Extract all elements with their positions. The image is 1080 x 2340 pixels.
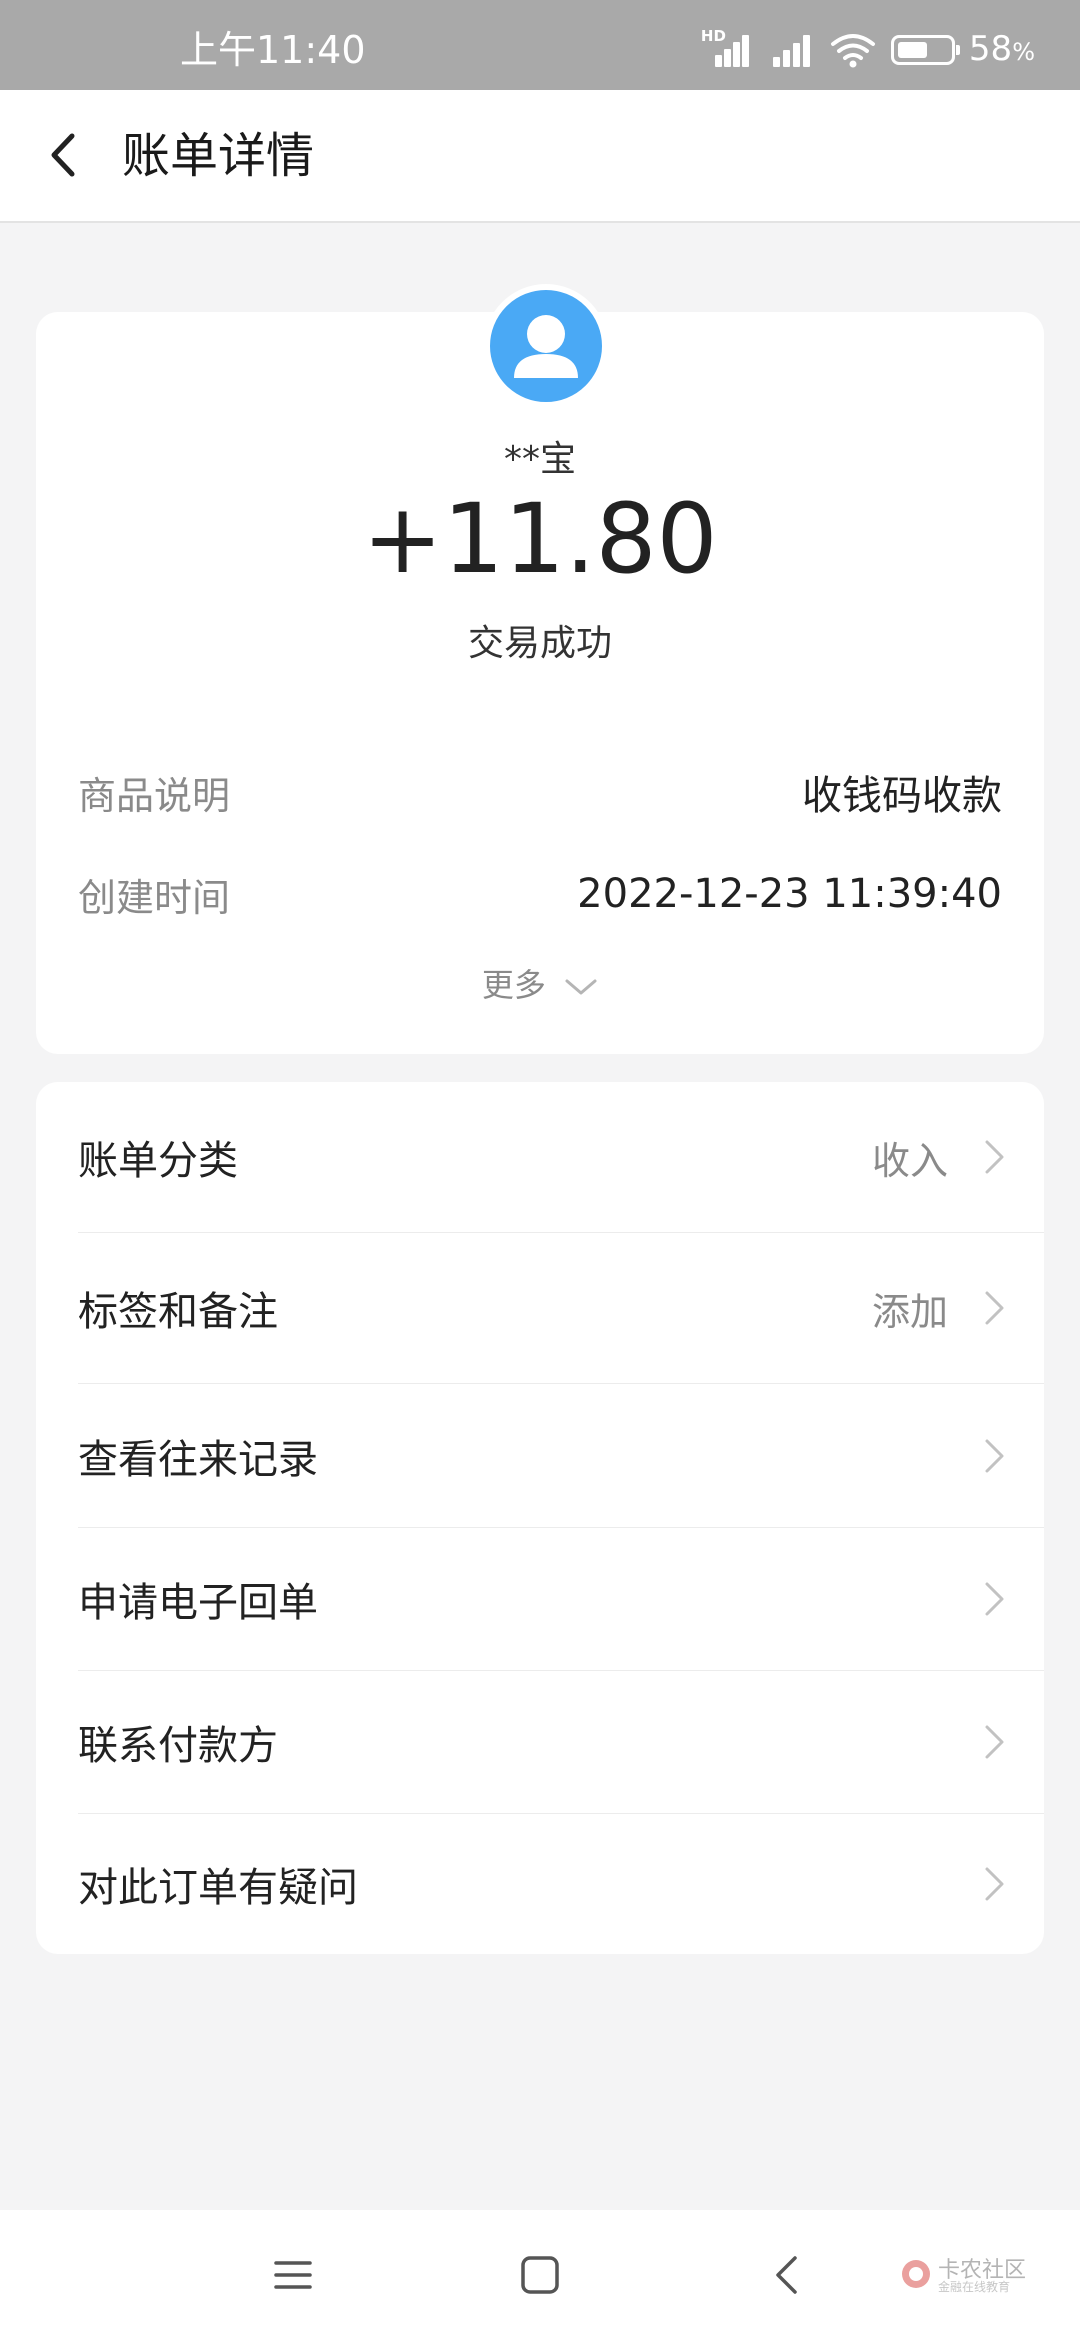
back-icon[interactable] bbox=[763, 2250, 813, 2300]
transaction-summary-card: **宝 +11.80 交易成功 商品说明 收钱码收款 创建时间 2022-12-… bbox=[36, 284, 1044, 1054]
back-button[interactable] bbox=[30, 120, 100, 190]
payer-name: **宝 bbox=[503, 439, 576, 480]
chevron-down-icon bbox=[565, 979, 597, 995]
detail-row-description: 商品说明 收钱码收款 bbox=[78, 762, 1002, 822]
signal-hd-icon: HD bbox=[701, 29, 751, 67]
detail-row-created-time: 创建时间 2022-12-23 11:39:40 bbox=[78, 864, 1002, 924]
status-bar: 上午11:40 HD 58% bbox=[0, 0, 1080, 90]
signal-icon bbox=[765, 33, 815, 67]
more-button[interactable]: 更多 bbox=[36, 960, 1044, 1006]
watermark-icon bbox=[902, 2260, 930, 2288]
more-label: 更多 bbox=[481, 966, 546, 1004]
watermark-logo: 卡农社区 金融在线教育 bbox=[898, 2250, 1038, 2300]
action-label: 对此订单有疑问 bbox=[78, 1865, 358, 1911]
detail-value: 收钱码收款 bbox=[802, 773, 1002, 819]
menu-icon[interactable] bbox=[268, 2250, 318, 2300]
chevron-right-icon bbox=[985, 1439, 1004, 1472]
battery-icon bbox=[890, 35, 960, 65]
action-value: 收入 bbox=[871, 1138, 948, 1183]
page-title: 账单详情 bbox=[122, 128, 315, 184]
home-icon[interactable] bbox=[515, 2250, 565, 2300]
action-label: 联系付款方 bbox=[78, 1723, 278, 1769]
battery-percent: 58% bbox=[968, 28, 1035, 69]
transaction-status: 交易成功 bbox=[467, 623, 612, 664]
action-label: 查看往来记录 bbox=[78, 1436, 318, 1483]
app-header: 账单详情 bbox=[0, 90, 1080, 223]
chevron-right-icon bbox=[985, 1867, 1004, 1901]
detail-label: 商品说明 bbox=[78, 773, 231, 818]
detail-value: 2022-12-23 11:39:40 bbox=[577, 871, 1002, 917]
wifi-icon bbox=[830, 34, 875, 68]
system-navigation-bar: 卡农社区 金融在线教育 bbox=[0, 2210, 1080, 2340]
status-icons: HD 58% bbox=[701, 28, 1035, 70]
chevron-right-icon bbox=[985, 1582, 1004, 1616]
status-time: 上午11:40 bbox=[180, 28, 366, 72]
network-type-label: HD bbox=[700, 27, 726, 45]
action-row-transaction-history[interactable]: 查看往来记录 bbox=[36, 1384, 1044, 1527]
action-list-card: 账单分类 收入 标签和备注 添加 查看往来记录 申请电子回单 联系付款方 对此订… bbox=[36, 1082, 1044, 1954]
watermark-subtext: 金融在线教育 bbox=[938, 2280, 1011, 2294]
detail-label: 创建时间 bbox=[78, 875, 231, 920]
action-row-bill-category[interactable]: 账单分类 收入 bbox=[36, 1082, 1044, 1232]
action-row-order-question[interactable]: 对此订单有疑问 bbox=[36, 1814, 1044, 1954]
user-avatar-icon bbox=[484, 284, 608, 408]
action-label: 申请电子回单 bbox=[78, 1580, 318, 1626]
action-row-tags-notes[interactable]: 标签和备注 添加 bbox=[36, 1233, 1044, 1383]
chevron-right-icon bbox=[985, 1725, 1004, 1759]
transaction-amount: +11.80 bbox=[362, 483, 718, 595]
chevron-right-icon bbox=[985, 1140, 1004, 1174]
chevron-right-icon bbox=[985, 1291, 1004, 1325]
action-value: 添加 bbox=[871, 1289, 948, 1334]
chevron-left-icon bbox=[51, 133, 75, 177]
action-row-e-receipt[interactable]: 申请电子回单 bbox=[36, 1528, 1044, 1670]
action-label: 标签和备注 bbox=[78, 1289, 278, 1335]
action-label: 账单分类 bbox=[78, 1138, 238, 1184]
action-row-contact-payer[interactable]: 联系付款方 bbox=[36, 1671, 1044, 1813]
